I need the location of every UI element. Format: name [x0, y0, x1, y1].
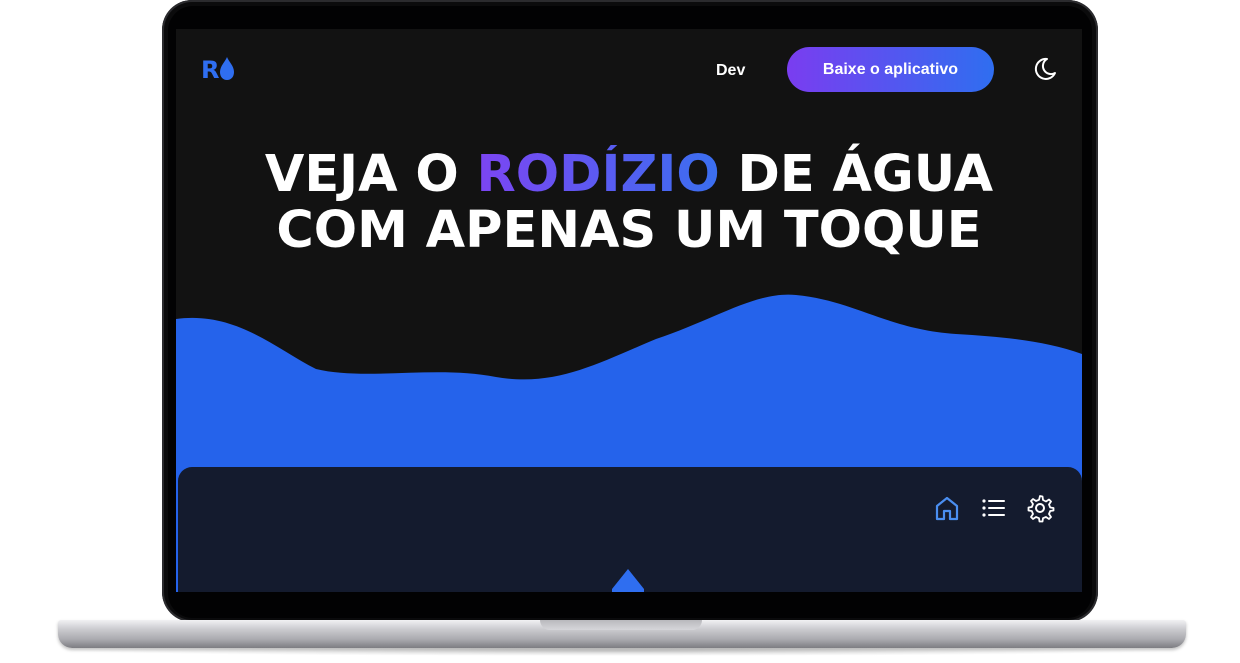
- logo-icon[interactable]: R: [200, 54, 236, 84]
- laptop-base-notch: [540, 620, 702, 630]
- home-icon[interactable]: [932, 493, 962, 523]
- water-drop-icon: [612, 569, 644, 592]
- website-screen: R Dev Baixe o aplicativo VEJA O RODÍZIO …: [176, 29, 1082, 592]
- hero-text-before: VEJA O: [264, 145, 459, 204]
- gear-icon[interactable]: [1025, 493, 1055, 523]
- hero-text-after: DE ÁGUA: [737, 145, 994, 204]
- hero-heading: VEJA O RODÍZIO DE ÁGUA COM APENAS UM TOQ…: [176, 147, 1082, 259]
- download-app-button[interactable]: Baixe o aplicativo: [787, 47, 994, 92]
- hero-highlight: RODÍZIO: [476, 145, 720, 204]
- svg-text:R: R: [201, 56, 219, 84]
- nav-link-dev[interactable]: Dev: [716, 62, 745, 80]
- hero-line-2: COM APENAS UM TOQUE: [276, 201, 982, 260]
- hero-line-1: VEJA O RODÍZIO DE ÁGUA: [176, 147, 1082, 203]
- list-icon[interactable]: [978, 493, 1008, 523]
- moon-icon[interactable]: [1029, 54, 1059, 84]
